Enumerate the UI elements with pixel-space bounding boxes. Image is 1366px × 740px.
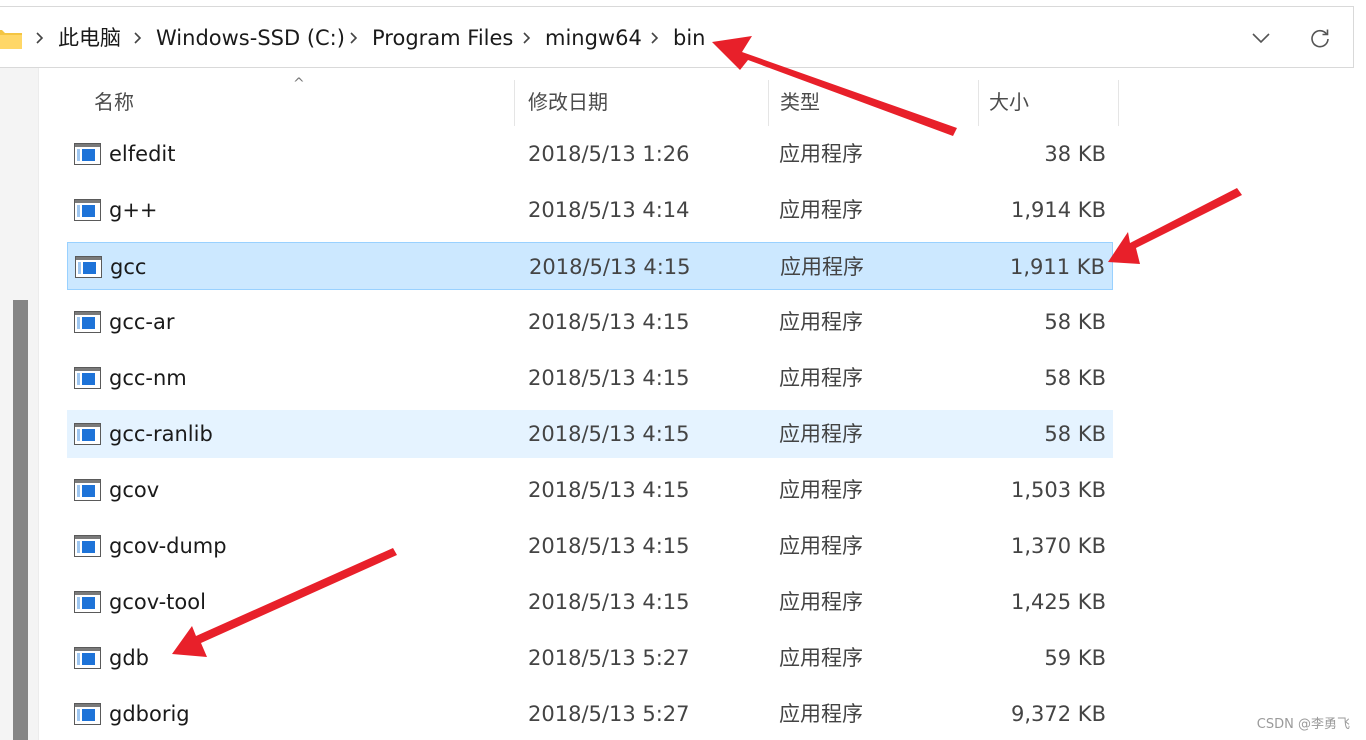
file-date-modified: 2018/5/13 4:15 xyxy=(529,255,691,279)
file-size: 59 KB xyxy=(1044,646,1106,670)
file-date-modified: 2018/5/13 5:27 xyxy=(528,702,690,726)
file-row[interactable]: gdborig 2018/5/13 5:27 应用程序 9,372 KB xyxy=(67,690,1113,738)
file-row[interactable]: gcc-ranlib 2018/5/13 4:15 应用程序 58 KB xyxy=(67,410,1113,458)
file-size: 1,914 KB xyxy=(1011,198,1106,222)
file-date-modified: 2018/5/13 4:15 xyxy=(528,534,690,558)
file-date-modified: 2018/5/13 4:15 xyxy=(528,366,690,390)
file-size: 58 KB xyxy=(1044,366,1106,390)
file-name: gcov xyxy=(109,478,160,502)
file-size: 58 KB xyxy=(1044,310,1106,334)
file-size: 38 KB xyxy=(1044,142,1106,166)
column-header-type[interactable]: 类型 xyxy=(766,78,978,126)
file-row[interactable]: gcc 2018/5/13 4:15 应用程序 1,911 KB xyxy=(67,242,1113,290)
column-divider[interactable] xyxy=(1118,80,1119,126)
application-icon xyxy=(75,256,102,278)
file-date-modified: 2018/5/13 1:26 xyxy=(528,142,690,166)
file-name: g++ xyxy=(109,198,158,222)
application-icon xyxy=(74,535,101,557)
breadcrumb-program-files[interactable]: Program Files xyxy=(372,24,513,52)
chevron-right-icon[interactable] xyxy=(32,29,48,47)
file-type: 应用程序 xyxy=(780,255,864,279)
file-type: 应用程序 xyxy=(779,534,863,558)
file-type: 应用程序 xyxy=(779,198,863,222)
file-name: gdb xyxy=(109,646,149,670)
file-type: 应用程序 xyxy=(779,366,863,390)
chevron-right-icon[interactable] xyxy=(130,29,146,47)
breadcrumb-this-pc[interactable]: 此电脑 xyxy=(58,24,121,52)
file-date-modified: 2018/5/13 4:15 xyxy=(528,590,690,614)
file-row[interactable]: gcov-tool 2018/5/13 4:15 应用程序 1,425 KB xyxy=(67,578,1113,626)
file-name: gcc-ar xyxy=(109,310,175,334)
file-name: gcov-dump xyxy=(109,534,227,558)
file-type: 应用程序 xyxy=(779,702,863,726)
file-date-modified: 2018/5/13 5:27 xyxy=(528,646,690,670)
file-date-modified: 2018/5/13 4:15 xyxy=(528,422,690,446)
file-date-modified: 2018/5/13 4:14 xyxy=(528,198,690,222)
file-name: gcc-nm xyxy=(109,366,187,390)
file-row[interactable]: gdb 2018/5/13 5:27 应用程序 59 KB xyxy=(67,634,1113,682)
file-name: gdborig xyxy=(109,702,190,726)
file-row[interactable]: gcov-dump 2018/5/13 4:15 应用程序 1,370 KB xyxy=(67,522,1113,570)
file-row[interactable]: gcc-ar 2018/5/13 4:15 应用程序 58 KB xyxy=(67,298,1113,346)
column-header-date[interactable]: 修改日期 xyxy=(514,78,768,126)
file-date-modified: 2018/5/13 4:15 xyxy=(528,310,690,334)
pane-divider xyxy=(38,68,39,740)
file-size: 1,370 KB xyxy=(1011,534,1106,558)
file-type: 应用程序 xyxy=(779,310,863,334)
file-type: 应用程序 xyxy=(779,646,863,670)
chevron-right-icon[interactable] xyxy=(647,29,663,47)
application-icon xyxy=(74,143,101,165)
application-icon xyxy=(74,367,101,389)
file-type: 应用程序 xyxy=(779,478,863,502)
chevron-down-icon xyxy=(1252,33,1270,44)
file-size: 58 KB xyxy=(1044,422,1106,446)
application-icon xyxy=(74,703,101,725)
file-size: 9,372 KB xyxy=(1011,702,1106,726)
file-row[interactable]: g++ 2018/5/13 4:14 应用程序 1,914 KB xyxy=(67,186,1113,234)
address-bar[interactable]: 此电脑 Windows-SSD (C:) Program Files mingw… xyxy=(0,6,1354,68)
file-type: 应用程序 xyxy=(779,142,863,166)
watermark: CSDN @李勇飞 xyxy=(1256,717,1350,732)
address-history-button[interactable] xyxy=(1244,21,1278,55)
application-icon xyxy=(74,647,101,669)
annotation-arrow xyxy=(1108,188,1242,264)
application-icon xyxy=(74,199,101,221)
folder-icon xyxy=(0,30,22,49)
file-size: 1,425 KB xyxy=(1011,590,1106,614)
file-name: gcc xyxy=(110,255,147,279)
application-icon xyxy=(74,423,101,445)
refresh-button[interactable] xyxy=(1303,21,1337,55)
file-type: 应用程序 xyxy=(779,590,863,614)
application-icon xyxy=(74,311,101,333)
breadcrumb-mingw64[interactable]: mingw64 xyxy=(545,24,642,52)
sort-ascending-icon: ^ xyxy=(293,76,305,92)
file-type: 应用程序 xyxy=(779,422,863,446)
file-size: 1,911 KB xyxy=(1010,255,1105,279)
file-name: elfedit xyxy=(109,142,176,166)
breadcrumb-windows-ssd[interactable]: Windows-SSD (C:) xyxy=(156,24,345,52)
file-name: gcc-ranlib xyxy=(109,422,213,446)
file-size: 1,503 KB xyxy=(1011,478,1106,502)
application-icon xyxy=(74,591,101,613)
scrollbar-thumb[interactable] xyxy=(13,300,28,740)
application-icon xyxy=(74,479,101,501)
column-header-size[interactable]: 大小 xyxy=(975,78,1115,126)
chevron-right-icon[interactable] xyxy=(519,29,535,47)
file-row[interactable]: gcc-nm 2018/5/13 4:15 应用程序 58 KB xyxy=(67,354,1113,402)
file-row[interactable]: gcov 2018/5/13 4:15 应用程序 1,503 KB xyxy=(67,466,1113,514)
breadcrumb-bin[interactable]: bin xyxy=(673,24,705,52)
file-row[interactable]: elfedit 2018/5/13 1:26 应用程序 38 KB xyxy=(67,130,1113,178)
chevron-right-icon[interactable] xyxy=(346,29,362,47)
file-name: gcov-tool xyxy=(109,590,206,614)
file-date-modified: 2018/5/13 4:15 xyxy=(528,478,690,502)
refresh-icon xyxy=(1311,29,1329,48)
